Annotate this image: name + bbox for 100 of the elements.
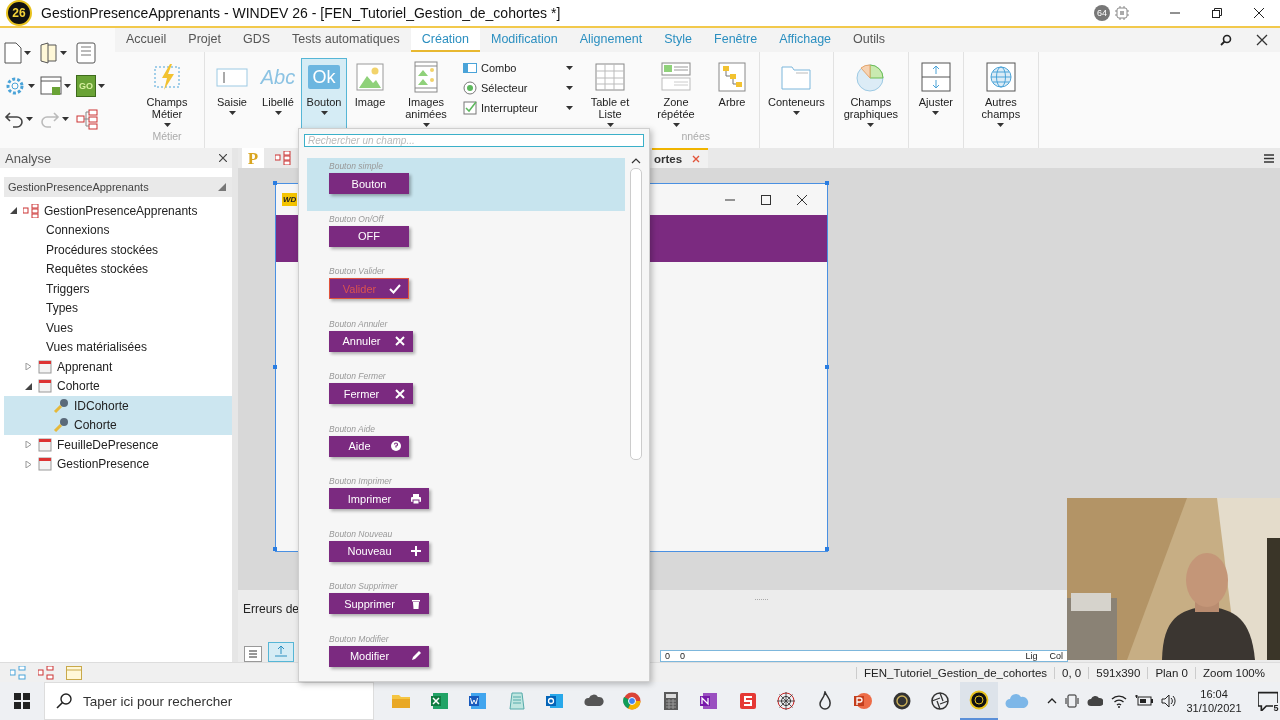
ribbon-tab[interactable]: Tests automatiques bbox=[281, 28, 411, 52]
table-icon bbox=[38, 379, 52, 394]
sample-button[interactable]: OFF bbox=[329, 225, 409, 247]
column-header[interactable]: Lig bbox=[1025, 651, 1038, 661]
tree-item[interactable]: Types bbox=[4, 298, 232, 318]
clock[interactable]: 16:04 31/10/2021 bbox=[1186, 687, 1242, 715]
notification-button[interactable]: 5 bbox=[1257, 691, 1278, 711]
mail-icon[interactable] bbox=[545, 691, 566, 711]
diagram-icon[interactable] bbox=[38, 665, 54, 680]
tree-item[interactable]: IDCohorte bbox=[4, 396, 232, 416]
tree-item[interactable]: Vues matérialisées bbox=[4, 337, 232, 357]
close-icon bbox=[394, 387, 406, 400]
ring-icon[interactable] bbox=[968, 690, 989, 710]
sample-button[interactable]: Aide bbox=[329, 435, 409, 457]
template-item[interactable]: Bouton Aide Aide bbox=[307, 420, 625, 473]
menu-icon[interactable] bbox=[1264, 153, 1274, 163]
expand-icon[interactable] bbox=[24, 441, 32, 449]
ribbon-button[interactable]: Interrupteur bbox=[459, 98, 577, 118]
ribbon-button[interactable]: Ok Bouton bbox=[301, 58, 347, 130]
sample-button[interactable]: Annuler bbox=[329, 330, 413, 352]
expand-icon[interactable] bbox=[24, 460, 32, 468]
tile-icon[interactable] bbox=[737, 691, 758, 711]
ribbon-button[interactable]: Combo bbox=[459, 58, 577, 78]
tree-item[interactable]: Vues bbox=[4, 318, 232, 338]
close-icon[interactable] bbox=[1256, 34, 1268, 46]
chevron-up-icon[interactable] bbox=[1046, 696, 1057, 706]
tree-item[interactable]: Connexions bbox=[4, 220, 232, 240]
hierarchy-icon[interactable] bbox=[76, 107, 98, 130]
spreadsheet-icon[interactable] bbox=[429, 691, 450, 711]
ribbon-button[interactable]: Conteneurs bbox=[764, 58, 829, 130]
window-icon[interactable] bbox=[40, 74, 62, 97]
sample-button[interactable]: Supprimer bbox=[329, 593, 429, 614]
tree-item[interactable]: FeuilleDePresence bbox=[4, 435, 232, 455]
list-icon[interactable] bbox=[244, 646, 262, 662]
template-item[interactable]: Bouton Annuler Annuler bbox=[307, 315, 625, 368]
template-item[interactable]: Bouton Nouveau Nouveau bbox=[307, 525, 625, 578]
ribbon-tab[interactable]: Outils bbox=[842, 28, 896, 52]
tree-item[interactable]: Cohorte bbox=[4, 376, 232, 396]
aperture-icon[interactable] bbox=[930, 691, 951, 711]
template-item[interactable]: Bouton simple Bouton bbox=[307, 158, 625, 211]
tree-item[interactable]: Requêtes stockées bbox=[4, 259, 232, 279]
tree-item[interactable]: GestionPresenceApprenants bbox=[4, 201, 232, 221]
window-tab[interactable]: ortes bbox=[652, 148, 709, 168]
ribbon-button[interactable]: Abc Libellé bbox=[255, 58, 301, 130]
search-field[interactable]: Rechercher un champ... bbox=[304, 134, 644, 147]
ribbon-tab[interactable]: Création bbox=[410, 28, 480, 52]
sample-button[interactable]: Modifier bbox=[329, 645, 429, 667]
save-icon[interactable] bbox=[76, 41, 96, 64]
ribbon-button[interactable]: Champs Métier bbox=[134, 58, 200, 130]
search-icon[interactable] bbox=[1220, 34, 1232, 46]
globe-icon[interactable] bbox=[622, 691, 643, 711]
document-icon[interactable] bbox=[468, 691, 489, 711]
ribbon-tab[interactable]: Accueil bbox=[115, 28, 178, 52]
cloud-icon[interactable] bbox=[1086, 695, 1103, 707]
device-icon[interactable] bbox=[1064, 694, 1079, 708]
tree-item[interactable]: Cohorte bbox=[4, 415, 232, 435]
ribbon-button[interactable]: Zone répétée bbox=[643, 58, 709, 130]
ribbon-button[interactable]: Arbre bbox=[709, 58, 755, 130]
template-item[interactable]: Bouton On/Off OFF bbox=[307, 210, 625, 263]
app-logo: 26 bbox=[6, 0, 32, 26]
ribbon-button[interactable]: Champs graphiques bbox=[837, 58, 904, 130]
ribbon-button[interactable]: Ajuster bbox=[912, 58, 959, 130]
ribbon-tab[interactable]: GDS bbox=[231, 28, 282, 52]
close-icon[interactable] bbox=[219, 154, 227, 162]
template-item[interactable]: Bouton Fermer Fermer bbox=[307, 368, 625, 421]
ribbon-button[interactable]: Saisie bbox=[209, 58, 255, 130]
speaker-icon[interactable] bbox=[1160, 694, 1177, 708]
tree-item[interactable]: Procédures stockées bbox=[4, 240, 232, 260]
disc-icon[interactable] bbox=[891, 691, 912, 711]
tree-item[interactable]: Apprenant bbox=[4, 357, 232, 377]
analysis-selector[interactable]: GestionPresenceApprenants bbox=[4, 177, 232, 197]
presentation-icon[interactable] bbox=[853, 691, 874, 711]
folder-icon[interactable] bbox=[40, 41, 58, 64]
expand-icon[interactable] bbox=[24, 363, 32, 371]
windows-icon[interactable] bbox=[14, 693, 30, 709]
ribbon-button[interactable]: Autres champs bbox=[967, 58, 1034, 130]
tree-item[interactable]: Triggers bbox=[4, 279, 232, 299]
battery-icon[interactable] bbox=[1134, 695, 1153, 707]
sample-button[interactable]: Imprimer bbox=[329, 488, 429, 509]
template-item[interactable]: Bouton Imprimer Imprimer bbox=[307, 473, 625, 526]
template-item[interactable]: Bouton Modifier Modifier bbox=[307, 630, 625, 681]
web-icon[interactable] bbox=[776, 691, 797, 711]
notebook-icon[interactable] bbox=[699, 691, 720, 711]
scrollbar-thumb[interactable] bbox=[630, 168, 642, 460]
collapse-icon[interactable] bbox=[24, 382, 32, 390]
sample-button[interactable]: Fermer bbox=[329, 383, 413, 404]
sample-button[interactable]: Nouveau bbox=[329, 540, 429, 562]
wifi-icon[interactable] bbox=[1110, 694, 1127, 708]
repeated-rows-icon bbox=[660, 61, 692, 93]
collapse-icon[interactable] bbox=[9, 207, 17, 215]
tree-item[interactable]: GestionPresence bbox=[4, 454, 232, 474]
chevron-up-icon[interactable] bbox=[631, 158, 641, 164]
ribbon-button[interactable]: Sélecteur bbox=[459, 78, 577, 98]
template-item[interactable]: Bouton Supprimer Supprimer bbox=[307, 578, 625, 631]
grip-icon[interactable] bbox=[755, 598, 769, 601]
new-file-icon[interactable] bbox=[4, 41, 22, 64]
column-header[interactable]: Col bbox=[1049, 651, 1063, 661]
ribbon-tab[interactable]: Projet bbox=[177, 28, 232, 52]
sample-button[interactable]: Bouton bbox=[329, 173, 409, 194]
diagram-icon[interactable] bbox=[275, 151, 291, 165]
